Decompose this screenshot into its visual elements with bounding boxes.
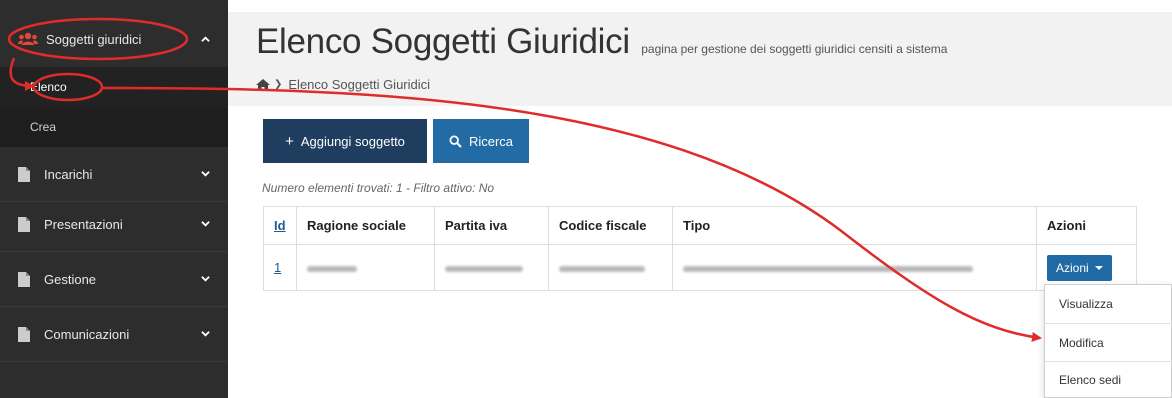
cell-id[interactable]: 1	[263, 244, 297, 291]
actions-dropdown-label: Azioni	[1056, 260, 1089, 275]
home-icon[interactable]	[256, 78, 270, 91]
cell-ragione-sociale-redacted	[296, 244, 435, 291]
sidebar-group-label: Comunicazioni	[44, 326, 130, 342]
cell-partita-iva-redacted	[434, 244, 549, 291]
sidebar-item-label: Crea	[30, 120, 57, 134]
sidebar-group-comunicazioni[interactable]: Comunicazioni	[0, 307, 228, 362]
results-table: Id Ragione sociale Partita iva Codice fi…	[263, 206, 1137, 291]
column-header-partita-iva: Partita iva	[434, 206, 549, 245]
sidebar-group-label: Gestione	[44, 271, 97, 287]
caret-down-icon	[1094, 265, 1103, 270]
column-header-tipo: Tipo	[672, 206, 1037, 245]
sidebar-group-label: Incarichi	[44, 166, 93, 182]
result-count: Numero elementi trovati: 1 - Filtro atti…	[262, 181, 495, 195]
sidebar-item-elenco[interactable]: Elenco	[0, 67, 228, 107]
menu-item-modifica[interactable]: Modifica	[1045, 324, 1172, 362]
sidebar-group-label: Soggetti giuridici	[46, 31, 142, 47]
search-label: Ricerca	[468, 133, 514, 149]
add-subject-button[interactable]: + Aggiungi soggetto	[263, 119, 427, 163]
sidebar-item-crea[interactable]: Crea	[0, 107, 228, 147]
chevron-down-icon	[201, 171, 210, 177]
menu-item-visualizza[interactable]: Visualizza	[1045, 285, 1172, 323]
sidebar-group-gestione[interactable]: Gestione	[0, 252, 228, 307]
sidebar: Soggetti giuridici Elenco Crea Incarichi…	[0, 0, 228, 398]
sidebar-item-label: Elenco	[30, 80, 67, 94]
cell-codice-fiscale-redacted	[548, 244, 673, 291]
column-header-ragione-sociale: Ragione sociale	[296, 206, 435, 245]
page-title-text: Elenco Soggetti Giuridici	[256, 22, 630, 61]
search-icon	[449, 134, 462, 148]
page-subtitle: pagina per gestione dei soggetti giuridi…	[641, 42, 948, 56]
cell-tipo-redacted	[672, 244, 1037, 291]
actions-dropdown-menu: Visualizza Modifica Elenco sedi	[1044, 284, 1172, 398]
document-icon	[18, 271, 30, 287]
sidebar-group-presentazioni[interactable]: Presentazioni	[0, 197, 228, 252]
document-icon	[18, 166, 30, 182]
chevron-down-icon	[201, 331, 210, 337]
table-row: 1 Azioni	[263, 244, 1137, 291]
menu-item-elenco-sedi[interactable]: Elenco sedi	[1045, 361, 1172, 398]
column-header-azioni: Azioni	[1036, 206, 1137, 245]
chevron-up-icon	[201, 36, 210, 42]
column-header-id[interactable]: Id	[263, 206, 297, 245]
sidebar-group-soggetti-giuridici[interactable]: Soggetti giuridici	[0, 12, 228, 66]
sidebar-group-incarichi[interactable]: Incarichi	[0, 147, 228, 202]
page-title: Elenco Soggetti Giuridici pagina per ges…	[256, 22, 947, 62]
add-subject-label: Aggiungi soggetto	[300, 133, 405, 149]
plus-icon: +	[285, 132, 294, 150]
document-icon	[18, 326, 30, 342]
table-header-row: Id Ragione sociale Partita iva Codice fi…	[263, 206, 1137, 245]
chevron-down-icon	[201, 221, 210, 227]
search-button[interactable]: Ricerca	[433, 119, 529, 163]
breadcrumb: ❯ Elenco Soggetti Giuridici	[256, 77, 430, 92]
chevron-down-icon	[201, 276, 210, 282]
chevron-right-icon: ❯	[274, 79, 283, 90]
actions-dropdown-button[interactable]: Azioni	[1047, 254, 1112, 281]
users-icon	[18, 32, 38, 45]
breadcrumb-item[interactable]: Elenco Soggetti Giuridici	[288, 77, 430, 92]
sidebar-group-label: Presentazioni	[44, 216, 123, 232]
document-icon	[18, 216, 30, 232]
column-header-codice-fiscale: Codice fiscale	[548, 206, 673, 245]
